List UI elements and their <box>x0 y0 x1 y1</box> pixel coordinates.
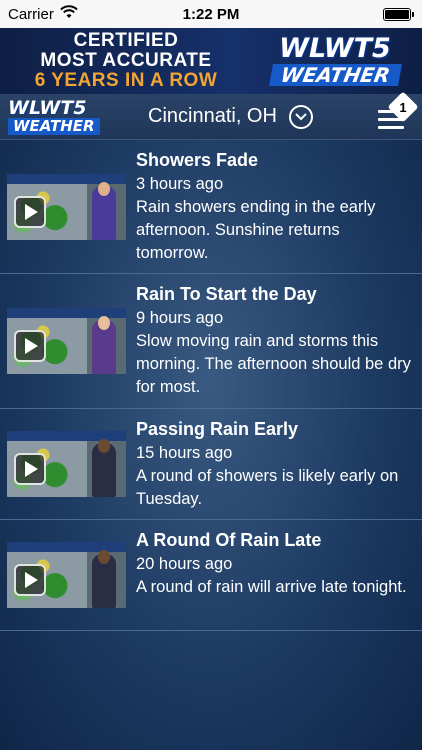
banner-ad[interactable]: CERTIFIED MOST ACCURATE 6 YEARS IN A ROW… <box>0 28 422 94</box>
video-title: A Round Of Rain Late <box>136 530 322 550</box>
list-item[interactable]: A Round Of Rain Late 20 hours ago A roun… <box>0 520 422 631</box>
play-icon <box>14 564 46 596</box>
video-time: 3 hours ago <box>136 175 224 193</box>
list-item[interactable]: Rain To Start the Day 9 hours ago Slow m… <box>0 274 422 409</box>
play-icon <box>14 453 46 485</box>
location-selector[interactable]: Cincinnati, OH <box>148 104 313 129</box>
banner-text: CERTIFIED MOST ACCURATE 6 YEARS IN A ROW <box>0 31 252 91</box>
list-item[interactable]: Showers Fade 3 hours ago Rain showers en… <box>0 140 422 274</box>
app-header: WLWT5 WEATHER Cincinnati, OH 1 <box>0 91 422 140</box>
video-thumbnail <box>7 431 126 497</box>
video-thumbnail <box>7 542 126 608</box>
video-time: 20 hours ago <box>136 555 233 573</box>
location-label: Cincinnati, OH <box>148 105 277 127</box>
video-time: 9 hours ago <box>136 309 224 327</box>
video-description: A round of showers is likely early on Tu… <box>136 467 399 508</box>
status-left: Carrier <box>8 5 78 23</box>
chevron-down-icon <box>288 104 313 129</box>
video-title: Showers Fade <box>136 150 259 170</box>
list-item[interactable]: Passing Rain Early 15 hours ago A round … <box>0 409 422 520</box>
video-title: Rain To Start the Day <box>136 284 317 304</box>
carrier-label: Carrier <box>8 5 54 23</box>
play-icon <box>14 330 46 362</box>
header-logo: WLWT5 WEATHER <box>8 96 120 138</box>
video-time: 15 hours ago <box>136 444 233 462</box>
banner-logo-bottom: WEATHER <box>268 63 402 87</box>
banner-logo-top: WLWT5 <box>279 33 391 64</box>
video-list: Showers Fade 3 hours ago Rain showers en… <box>0 140 422 750</box>
wifi-icon <box>60 5 78 23</box>
battery-icon <box>383 7 414 21</box>
notification-badge-count: 1 <box>399 99 407 115</box>
video-thumbnail <box>7 174 126 240</box>
header-logo-top: WLWT5 <box>8 96 87 119</box>
video-thumbnail <box>7 308 126 374</box>
header-logo-bottom: WEATHER <box>8 117 100 135</box>
banner-line-certified: CERTIFIED <box>73 30 179 51</box>
video-title: Passing Rain Early <box>136 419 299 439</box>
video-description: Rain showers ending in the early afterno… <box>136 198 376 262</box>
play-icon <box>14 196 46 228</box>
banner-logo: WLWT5 WEATHER <box>260 33 410 89</box>
video-description: Slow moving rain and storms this morning… <box>136 332 411 396</box>
status-bar: Carrier 1:22 PM <box>0 0 422 28</box>
video-description: A round of rain will arrive late tonight… <box>136 578 407 596</box>
banner-line-most-accurate: MOST ACCURATE <box>40 50 212 71</box>
menu-button[interactable]: 1 <box>378 91 419 132</box>
banner-line-years: 6 YEARS IN A ROW <box>34 70 218 91</box>
